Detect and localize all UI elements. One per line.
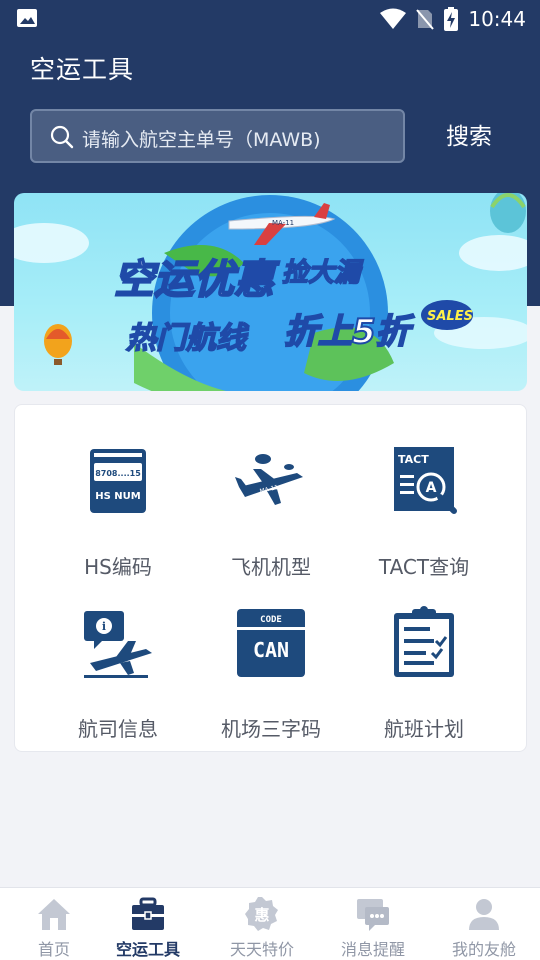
tool-label: 航司信息 — [78, 717, 158, 741]
tool-label: 机场三字码 — [221, 717, 321, 741]
tool-tact-search[interactable]: TACT A TACT查询 — [349, 421, 499, 579]
banner-headline: 空运优惠 — [114, 257, 280, 303]
promo-banner[interactable]: MA-11 空运优惠 捡大漏 热门航线 折上5折 SALES — [14, 193, 527, 391]
page-title: 空运工具 — [30, 55, 135, 84]
banner-artwork: MA-11 空运优惠 捡大漏 热门航线 折上5折 SALES — [14, 193, 527, 391]
banner-headline-tail: 捡大漏 — [282, 258, 364, 288]
no-sim-icon — [416, 9, 435, 30]
clock: 10:44 — [468, 7, 526, 31]
tab-label: 空运工具 — [115, 940, 180, 959]
tab-label: 我的友舱 — [451, 940, 516, 959]
airplane-icon: MA-11 — [235, 454, 303, 505]
tab-home[interactable]: 首页 — [0, 888, 108, 960]
tab-messages[interactable]: 消息提醒 — [319, 888, 427, 960]
tact-search-icon: TACT A — [394, 447, 457, 514]
battery-charging-icon — [444, 7, 459, 31]
image-notification-icon — [17, 9, 37, 27]
banner-subline-tail: 折上5折 — [284, 312, 415, 352]
search-icon — [50, 125, 74, 149]
airport-code-icon-caption: CODE — [260, 615, 282, 625]
discount-badge-char: 惠 — [254, 906, 269, 924]
search-button[interactable]: 搜索 — [436, 120, 502, 154]
status-bar: 10:44 — [0, 0, 540, 38]
message-icon — [357, 899, 389, 931]
tact-icon-text: TACT — [398, 453, 429, 466]
info-icon-letter: i — [102, 620, 106, 633]
hs-code-icon: 8708....15 HS NUM — [90, 449, 146, 513]
airport-code-icon: CODE CAN — [237, 609, 305, 677]
tool-label: TACT查询 — [378, 555, 470, 579]
flight-plan-icon — [394, 606, 454, 677]
discount-badge-icon: 惠 — [245, 897, 278, 931]
tool-flight-plan[interactable]: 航班计划 — [349, 583, 499, 741]
tab-profile[interactable]: 我的友舱 — [430, 888, 538, 960]
banner-plane-label: MA-11 — [272, 219, 294, 227]
hs-code-icon-number: 8708....15 — [95, 469, 141, 478]
toolbox-icon — [132, 897, 164, 930]
airport-code-icon-code: CAN — [253, 638, 289, 662]
tool-hs-code[interactable]: 8708....15 HS NUM HS编码 — [43, 421, 193, 579]
banner-subline: 热门航线 — [125, 321, 250, 356]
search-input[interactable]: 请输入航空主单号（MAWB) — [30, 109, 405, 163]
tool-label: 飞机机型 — [231, 555, 311, 579]
tab-label: 首页 — [37, 940, 70, 959]
user-icon — [469, 899, 499, 930]
tab-label: 天天特价 — [229, 940, 294, 959]
tab-air-tools[interactable]: 空运工具 — [94, 888, 202, 960]
tool-label: 航班计划 — [384, 717, 464, 741]
bottom-tab-bar: 首页 空运工具 惠 天天特价 消息提醒 我的友舱 — [0, 887, 540, 960]
search-placeholder: 请输入航空主单号（MAWB) — [82, 129, 321, 151]
tab-daily-deals[interactable]: 惠 天天特价 — [208, 888, 316, 960]
airline-info-icon: i — [84, 611, 152, 678]
tool-airline-info[interactable]: i 航司信息 — [43, 583, 193, 741]
tab-label: 消息提醒 — [340, 940, 405, 959]
tact-icon-letter: A — [426, 480, 437, 496]
tools-grid: 8708....15 HS NUM HS编码 MA-11 飞机机型 TACT A — [14, 404, 527, 752]
tool-label: HS编码 — [84, 555, 152, 579]
tool-airport-code[interactable]: CODE CAN 机场三字码 — [196, 583, 346, 741]
home-icon — [38, 899, 70, 930]
hs-code-icon-caption: HS NUM — [95, 491, 141, 502]
sales-badge: SALES — [427, 309, 473, 324]
wifi-icon — [380, 8, 407, 29]
tool-aircraft-type[interactable]: MA-11 飞机机型 — [196, 421, 346, 579]
